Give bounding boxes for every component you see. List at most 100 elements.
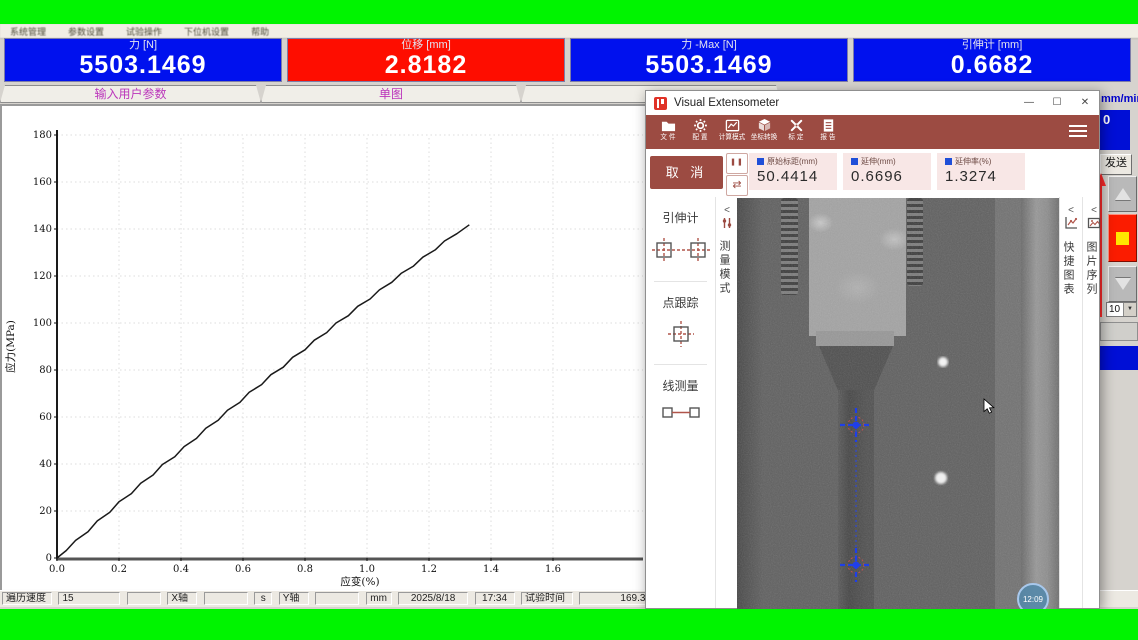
gear-icon [693,118,708,133]
jog-up-button[interactable] [1108,176,1137,212]
tab-single-chart[interactable]: 单图 [261,85,521,103]
screen: 系统管理 参数设置 试验操作 下位机设置 帮助 力 [N] 5503.1469 … [0,0,1138,640]
minimize-button[interactable]: — [1015,92,1043,114]
chevron-left-icon[interactable]: < [1083,205,1105,216]
measure-mode-strip-label: 测量模式 [716,240,732,296]
menu-item-help[interactable]: 帮助 [251,25,269,38]
svg-text:0.0: 0.0 [49,564,65,575]
specimen [838,390,874,610]
chevron-left-icon[interactable]: < [1060,205,1082,216]
svg-text:1.6: 1.6 [545,564,561,575]
status-x-axis-unit: s [254,592,272,605]
grip-jaw [816,331,894,346]
background-band [995,198,1021,610]
elongation-readout: 延伸(mm) 0.6696 [843,153,931,190]
line-measure-label: 线测量 [646,377,715,394]
line-measure-icon [661,404,701,420]
maximize-button[interactable]: ☐ [1043,92,1071,114]
bright-dot [938,357,948,367]
loop-button[interactable]: ⇄ [726,175,748,196]
close-button[interactable]: ✕ [1071,92,1099,114]
specimen-shoulder [819,346,893,391]
visual-extensometer-logo-icon [654,97,667,110]
threaded-rod-right [907,198,923,286]
gridlines [57,135,643,558]
status-test-time-value: 169.3 [579,592,649,605]
status-time: 17:34 [475,592,515,605]
jog-down-button[interactable] [1108,266,1137,302]
menu-item-controller[interactable]: 下位机设置 [184,25,229,38]
measure-mode-sidebar: 引伸计 点跟踪 [646,197,715,608]
quick-chart-strip[interactable]: < 快捷图表 [1059,197,1082,608]
svg-text:0.8: 0.8 [297,564,313,575]
threaded-rod-left [781,198,798,295]
svg-text:80: 80 [39,365,52,376]
chart-mode-icon [725,118,740,133]
stop-button[interactable] [1108,214,1137,262]
x-tick-labels: 0.00.20.40.60.81.01.21.41.6 [49,558,561,575]
visual-extensometer-window: Visual Extensometer — ☐ ✕ 文 件 配 置 [645,90,1100,609]
status-y-axis-unit: mm [366,592,392,605]
window-main-area: 引伸计 点跟踪 [646,197,1099,608]
svg-text:0: 0 [46,553,52,564]
dropdown-arrow-icon[interactable]: ▼ [1123,303,1136,316]
tune-sliders-icon [721,217,733,229]
chevron-left-icon[interactable]: < [716,205,738,216]
image-sequence-strip[interactable]: < 图片序列 [1082,197,1105,608]
cancel-button[interactable]: 取 消 [650,156,723,189]
window-title-bar[interactable]: Visual Extensometer — ☐ ✕ [646,91,1099,115]
report-document-icon [821,118,836,133]
toolbar-report-button[interactable]: 报 告 [812,118,844,142]
line-measure-button[interactable] [646,404,715,425]
elongation-value: 0.6696 [851,168,931,185]
sidebar-divider [654,281,707,282]
toolbar-calc-mode-button[interactable]: 计算模式 [716,118,748,142]
speed-unit-label: mm/min [1101,93,1138,105]
quick-chart-strip-label: 快捷图表 [1060,241,1076,297]
displacement-value: 2.8182 [288,52,564,79]
svg-text:100: 100 [33,318,52,329]
svg-text:1.4: 1.4 [483,564,499,575]
blue-indicator-bar [1100,346,1138,370]
status-blank-1 [127,592,161,605]
svg-text:0.4: 0.4 [173,564,189,575]
single-crosshair-icon [668,321,694,347]
svg-text:0.6: 0.6 [235,564,251,575]
up-triangle-icon [1115,188,1131,200]
menu-item-params[interactable]: 参数设置 [68,25,104,38]
status-traverse-speed-label: 遍历速度 [2,592,52,605]
extensometer-mode-button[interactable] [646,236,715,269]
menu-item-test[interactable]: 试验操作 [126,25,162,38]
camera-view[interactable]: 12:09 [737,198,1059,610]
green-screen-top-bar [0,0,1138,24]
blue-square-icon [757,158,764,165]
x-axis-label: 应变(%) [340,575,379,588]
upper-grip [809,198,906,336]
extensometer-readout-panel: 引伸计 [mm] 0.6682 [853,38,1131,82]
cube-icon [757,118,772,133]
partial-gray-button[interactable] [1100,322,1138,341]
svg-text:0.2: 0.2 [111,564,127,575]
hamburger-menu-icon[interactable] [1069,125,1087,140]
point-track-button[interactable] [646,321,715,352]
status-y-axis-label: Y轴 [279,592,309,605]
pause-button[interactable]: ❚❚ [726,153,748,174]
status-date: 2025/8/18 [398,592,468,605]
machine-column [1021,198,1059,610]
image-sequence-strip-label: 图片序列 [1083,241,1099,297]
y-tick-labels: 020406080100120140160180 [33,130,57,564]
toolbar-config-button[interactable]: 配 置 [684,118,716,142]
menu-item-system[interactable]: 系统管理 [10,25,46,38]
measure-mode-strip[interactable]: < 测量模式 [715,197,738,608]
stress-strain-chart-panel: 0204060801001201401601800.00.20.40.60.81… [0,104,645,590]
toolbar-calibration-button[interactable]: 标 定 [780,118,812,142]
gauge-length-value: 50.4414 [757,168,837,185]
folder-icon [661,118,676,133]
toolbar-file-button[interactable]: 文 件 [652,118,684,142]
window-title: Visual Extensometer [674,97,779,109]
speed-multiplier-dropdown[interactable]: 10 ▼ [1106,302,1137,317]
tab-user-parameters[interactable]: 输入用户参数 [0,85,261,103]
force-max-value: 5503.1469 [571,52,847,79]
y-axis-label: 应力(MPa) [4,320,17,373]
toolbar-coord-transform-button[interactable]: 坐标转换 [748,118,780,142]
